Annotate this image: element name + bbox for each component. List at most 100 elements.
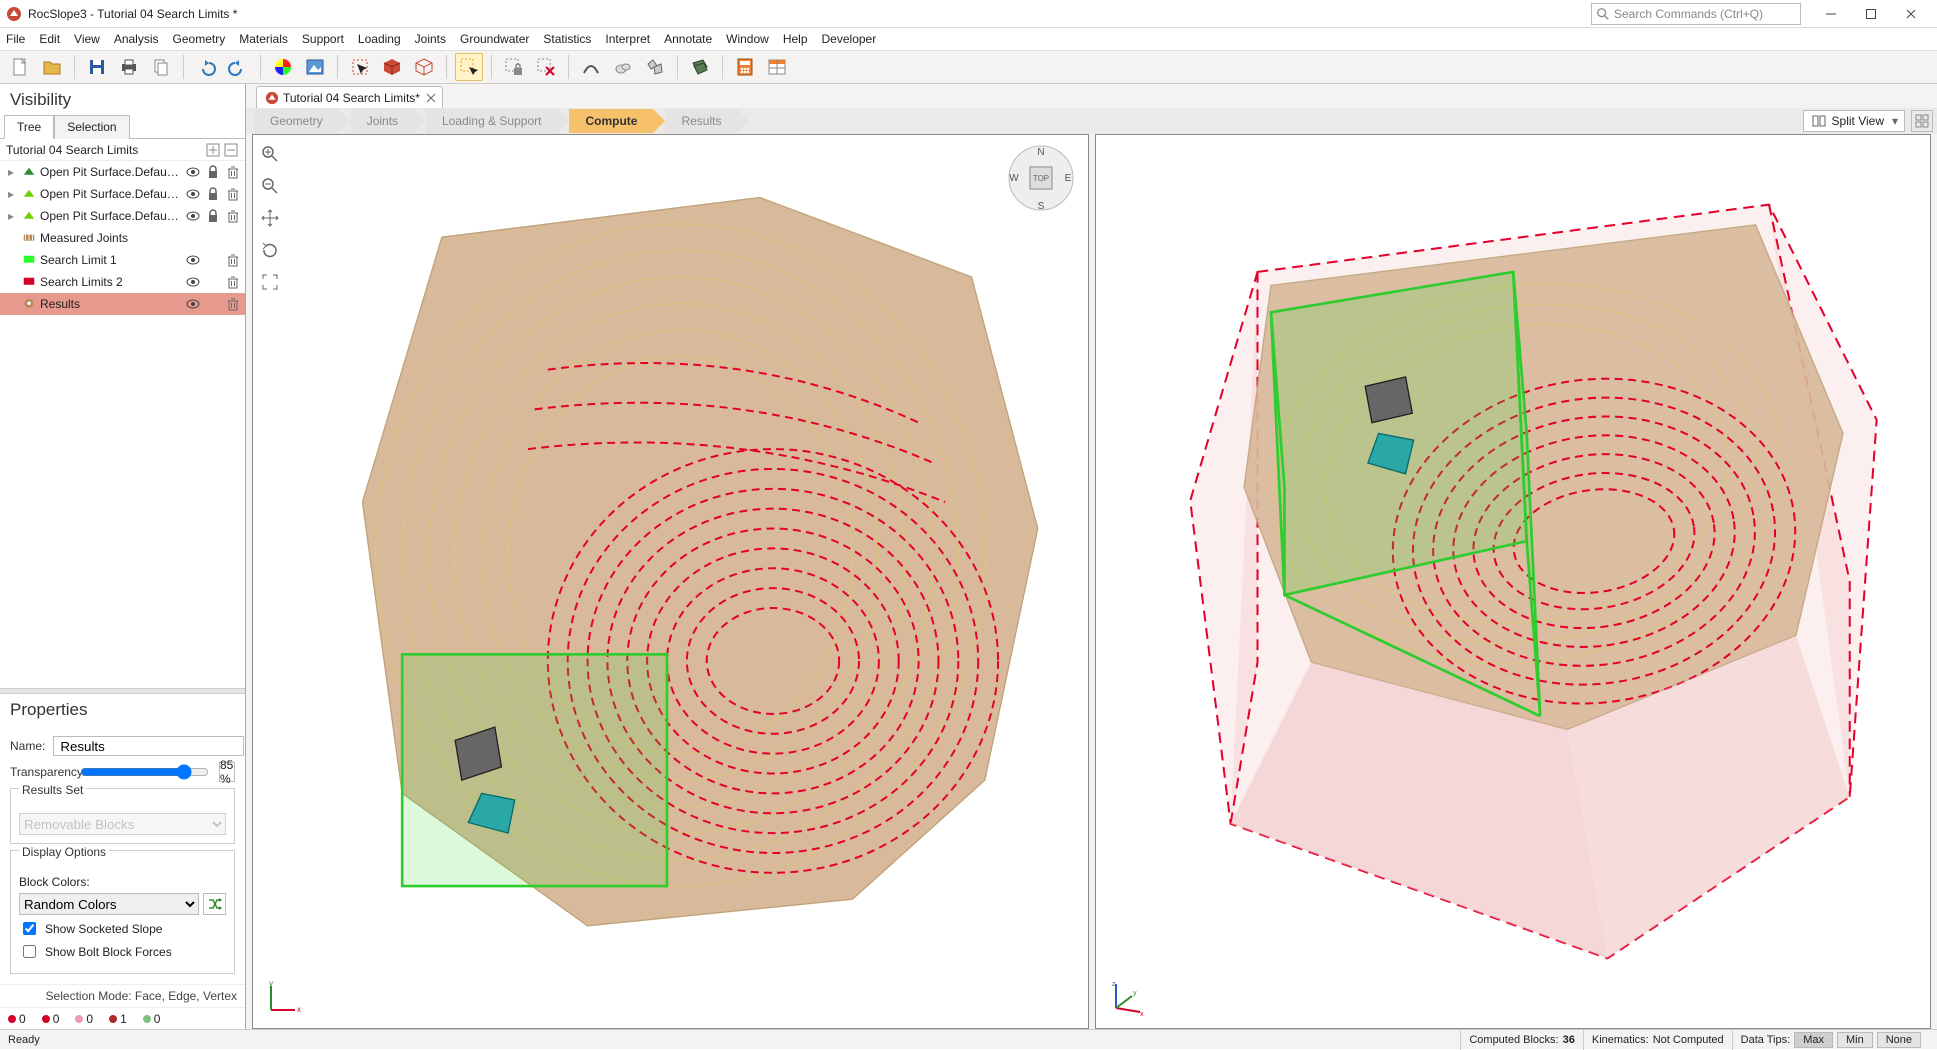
viewport-left[interactable]: TOP N S E W (252, 134, 1089, 1029)
viewport-right[interactable]: xzy (1095, 134, 1932, 1029)
doc-tab-close-button[interactable] (424, 91, 438, 105)
menu-view[interactable]: View (74, 30, 100, 48)
results-set-select[interactable]: Removable Blocks (19, 813, 226, 835)
open-button[interactable] (38, 53, 66, 81)
delete-icon[interactable] (225, 252, 241, 268)
expand-all-icon[interactable] (205, 142, 221, 158)
menu-window[interactable]: Window (726, 30, 769, 48)
window-minimize-button[interactable] (1811, 0, 1851, 28)
lock-selection-button[interactable] (500, 53, 528, 81)
delete-icon[interactable] (225, 296, 241, 312)
show-bolt-checkbox[interactable] (23, 945, 36, 958)
tree-item[interactable]: Results (0, 293, 245, 315)
cube-wire-button[interactable] (410, 53, 438, 81)
menu-joints[interactable]: Joints (415, 30, 446, 48)
select-arrow-button[interactable] (346, 53, 374, 81)
visibility-toggle-icon[interactable] (185, 274, 201, 290)
viewport-left-content (283, 145, 1078, 1018)
rotate-button[interactable] (257, 237, 283, 263)
lock-icon[interactable] (205, 208, 221, 224)
menu-loading[interactable]: Loading (358, 30, 401, 48)
joint-set-button[interactable] (686, 53, 714, 81)
save-button[interactable] (83, 53, 111, 81)
wf-tab-compute[interactable]: Compute (569, 109, 653, 133)
cloud-button[interactable] (609, 53, 637, 81)
menu-edit[interactable]: Edit (39, 30, 60, 48)
menu-support[interactable]: Support (302, 30, 344, 48)
cube-solid-button[interactable] (378, 53, 406, 81)
menu-statistics[interactable]: Statistics (543, 30, 591, 48)
menu-developer[interactable]: Developer (822, 30, 877, 48)
expander-icon[interactable]: ▸ (8, 165, 18, 179)
shuffle-colors-button[interactable] (203, 893, 226, 915)
visibility-toggle-icon[interactable] (185, 296, 201, 312)
polys-button[interactable] (641, 53, 669, 81)
tree-item[interactable]: Search Limit 1 (0, 249, 245, 271)
tree-item[interactable]: Search Limits 2 (0, 271, 245, 293)
tree-item[interactable]: ▸Open Pit Surface.Default.Mesh_ext (0, 161, 245, 183)
color-wheel-button[interactable] (269, 53, 297, 81)
menu-interpret[interactable]: Interpret (605, 30, 650, 48)
show-socketed-checkbox-row[interactable]: Show Socketed Slope (19, 919, 226, 938)
wf-tab-loading[interactable]: Loading & Support (426, 109, 557, 133)
search-commands-input[interactable]: Search Commands (Ctrl+Q) (1591, 3, 1801, 25)
delete-icon[interactable] (225, 164, 241, 180)
collapse-all-icon[interactable] (223, 142, 239, 158)
zoom-in-button[interactable] (257, 141, 283, 167)
menu-groundwater[interactable]: Groundwater (460, 30, 529, 48)
visibility-tab-selection[interactable]: Selection (54, 115, 129, 139)
lock-icon[interactable] (205, 164, 221, 180)
zoom-out-button[interactable] (257, 173, 283, 199)
show-socketed-checkbox[interactable] (23, 922, 36, 935)
fit-button[interactable] (257, 269, 283, 295)
menu-annotate[interactable]: Annotate (664, 30, 712, 48)
document-tab[interactable]: Tutorial 04 Search Limits* (256, 86, 443, 108)
new-file-button[interactable] (6, 53, 34, 81)
transparency-slider[interactable] (80, 764, 209, 780)
arc-button[interactable] (577, 53, 605, 81)
pan-button[interactable] (257, 205, 283, 231)
prop-name-input[interactable] (53, 736, 244, 756)
window-maximize-button[interactable] (1851, 0, 1891, 28)
block-colors-select[interactable]: Random Colors (19, 893, 199, 915)
clear-selection-button[interactable] (532, 53, 560, 81)
visibility-toggle-icon[interactable] (185, 252, 201, 268)
view-mode-dropdown[interactable]: Split View (1803, 110, 1905, 132)
delete-icon[interactable] (225, 274, 241, 290)
menu-help[interactable]: Help (783, 30, 808, 48)
visibility-tab-tree[interactable]: Tree (4, 115, 54, 139)
wf-tab-results[interactable]: Results (665, 109, 737, 133)
box-select-button[interactable] (455, 53, 483, 81)
copy-button[interactable] (147, 53, 175, 81)
menu-file[interactable]: File (6, 30, 25, 48)
redo-button[interactable] (224, 53, 252, 81)
visibility-toggle-icon[interactable] (185, 164, 201, 180)
viewport-settings-button[interactable] (1911, 110, 1933, 132)
undo-button[interactable] (192, 53, 220, 81)
data-tips-min[interactable]: Min (1837, 1032, 1873, 1048)
data-tips-none[interactable]: None (1877, 1032, 1921, 1048)
wf-tab-geometry[interactable]: Geometry (254, 109, 339, 133)
visibility-toggle-icon[interactable] (185, 208, 201, 224)
image-button[interactable] (301, 53, 329, 81)
data-tips-max[interactable]: Max (1794, 1032, 1833, 1048)
transparency-spin[interactable]: 85 % (219, 762, 235, 782)
tree-item[interactable]: ▸Open Pit Surface.Default.Mesh_ext (0, 205, 245, 227)
delete-icon[interactable] (225, 208, 241, 224)
lock-icon[interactable] (205, 186, 221, 202)
show-bolt-checkbox-row[interactable]: Show Bolt Block Forces (19, 942, 226, 961)
delete-icon[interactable] (225, 186, 241, 202)
menu-materials[interactable]: Materials (239, 30, 288, 48)
menu-geometry[interactable]: Geometry (173, 30, 226, 48)
expander-icon[interactable]: ▸ (8, 187, 18, 201)
expander-icon[interactable]: ▸ (8, 209, 18, 223)
tree-item[interactable]: Measured Joints (0, 227, 245, 249)
print-button[interactable] (115, 53, 143, 81)
window-close-button[interactable] (1891, 0, 1931, 28)
calc-button[interactable] (731, 53, 759, 81)
visibility-toggle-icon[interactable] (185, 186, 201, 202)
tree-item[interactable]: ▸Open Pit Surface.Default.Mesh_ext (0, 183, 245, 205)
wf-tab-joints[interactable]: Joints (351, 109, 414, 133)
table-button[interactable] (763, 53, 791, 81)
menu-analysis[interactable]: Analysis (114, 30, 159, 48)
